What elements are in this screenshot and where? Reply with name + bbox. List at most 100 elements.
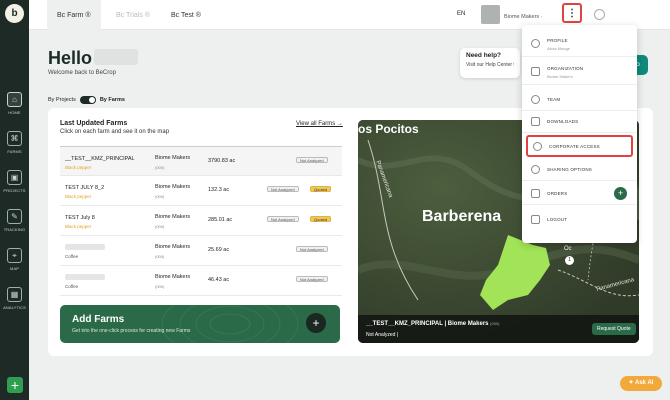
sidebar-item-farms[interactable]: ⌘ FARMS (0, 131, 29, 154)
notification-icon[interactable] (594, 9, 605, 20)
language-selector[interactable]: EN (457, 11, 465, 17)
menu-item-label: ORDERS (547, 191, 568, 196)
farm-name-redacted (65, 244, 105, 250)
logout-icon (531, 215, 540, 224)
sidebar-add-button[interactable]: + (7, 377, 23, 393)
map-farm-name: __TEST__KMZ_PRINCIPAL | Biome Makers (366, 321, 489, 327)
sidebar-item-projects[interactable]: ▣ PROJECTS (0, 170, 29, 193)
farm-org-sub: (000) (155, 224, 165, 229)
help-title: Need help? (466, 52, 502, 59)
toggle-by-projects[interactable]: By Projects (48, 97, 76, 103)
farms-icon: ⌘ (7, 131, 22, 146)
menu-item-profile[interactable]: PROFILE Alicia Monge (522, 33, 637, 57)
menu-item-orders[interactable]: ORDERS + (522, 183, 637, 205)
farms-card-title: Last Updated Farms (60, 120, 128, 127)
farm-org: Biome Makers (155, 155, 191, 161)
farm-org: Biome Makers (155, 244, 191, 250)
menu-item-label: DOWNLOADS (547, 119, 579, 124)
menu-item-sharing-options[interactable]: SHARING OPTIONS (522, 159, 637, 181)
quoted-badge: Quoted (310, 186, 332, 192)
table-row[interactable]: TEST July 8 Black pepper Biome Makers (0… (60, 206, 342, 236)
menu-item-label: PROFILE (547, 38, 568, 43)
ask-ai-button[interactable]: ✦ Ask AI (620, 376, 662, 391)
status-badge: Not Analyzed (267, 186, 299, 192)
menu-item-logout[interactable]: LOGOUT (522, 209, 637, 231)
app-logo[interactable]: b (5, 4, 24, 23)
view-toggle: By Projects By Farms (48, 96, 125, 104)
farm-area: 285.01 ac (208, 217, 233, 223)
menu-item-label: CORPORATE ACCESS (549, 144, 600, 149)
farm-list: __TEST__KMZ_PRINCIPAL Black pepper Biome… (60, 146, 342, 296)
tab-bc-test[interactable]: Bc Test ® (161, 0, 211, 30)
status-badge: Not Analyzed (296, 276, 328, 282)
tab-bc-trials[interactable]: Bc Trials ® (106, 0, 160, 30)
farm-org: Biome Makers (155, 214, 191, 220)
sidebar-item-label: TRACKING (3, 227, 26, 232)
farm-name: TEST JULY 8_2 (65, 185, 105, 191)
sidebar-item-label: ANALYTICS (3, 305, 26, 310)
menu-item-label: ORGANIZATION (547, 66, 584, 71)
map-farm-title: __TEST__KMZ_PRINCIPAL | Biome Makers (00… (366, 321, 500, 327)
tracking-icon: ✎ (7, 209, 22, 224)
farm-area: 46.43 ac (208, 277, 230, 283)
analytics-icon: ▦ (7, 287, 22, 302)
sidebar-item-map[interactable]: ⌖ MAP (0, 248, 29, 271)
farm-org-sub: (000) (155, 284, 165, 289)
help-subtitle: Visit our Help Center f (466, 62, 514, 68)
menu-item-team[interactable]: TEAM (522, 89, 637, 111)
map-icon: ⌖ (7, 248, 22, 263)
account-name[interactable]: Biome Makers · (504, 14, 543, 20)
home-icon: ⌂ (7, 92, 22, 107)
more-options-button[interactable]: ⋮ (562, 3, 582, 23)
table-row[interactable]: __TEST__KMZ_PRINCIPAL Black pepper Biome… (60, 146, 342, 176)
farm-area: 3790.83 ac (208, 158, 236, 164)
farm-crop: Coffee (65, 254, 79, 259)
menu-item-organization[interactable]: ORGANIZATION Biome Makers (522, 61, 637, 85)
farm-org-sub: (000) (155, 254, 165, 259)
map-farm-status: Not Analyzed | (366, 332, 399, 338)
sidebar-item-home[interactable]: ⌂ HOME (0, 92, 29, 115)
view-all-farms-link[interactable]: View all Farms → (296, 121, 343, 127)
add-farms-subtitle: Get into the one-click process for creat… (72, 328, 191, 334)
request-quote-button[interactable]: Request Quote (592, 323, 636, 335)
farm-org-sub: (000) (155, 165, 165, 170)
menu-item-label: TEAM (547, 97, 561, 102)
profile-icon (531, 39, 540, 48)
welcome-text: Welcome back to BeCrop (48, 70, 116, 76)
farm-area: 25.69 ac (208, 247, 230, 253)
menu-item-label: SHARING OPTIONS (547, 167, 593, 172)
farm-area: 132.3 ac (208, 187, 230, 193)
account-menu: PROFILE Alicia Monge ORGANIZATION Biome … (522, 25, 637, 243)
table-row[interactable]: Coffee Biome Makers (000) 25.69 ac Not A… (60, 236, 342, 266)
orders-icon (531, 189, 540, 198)
add-farms-banner[interactable]: Add Farms Get into the one-click process… (60, 305, 340, 343)
projects-icon: ▣ (7, 170, 22, 185)
sidebar-item-analytics[interactable]: ▦ ANALYTICS (0, 287, 29, 310)
sidebar-item-tracking[interactable]: ✎ TRACKING (0, 209, 29, 232)
add-order-button[interactable]: + (614, 187, 627, 200)
table-row[interactable]: TEST JULY 8_2 Black pepper Biome Makers … (60, 176, 342, 206)
map-marker[interactable]: 1 (565, 256, 574, 265)
map-label-barberena: Barberena (422, 208, 502, 225)
avatar[interactable] (481, 5, 500, 24)
team-icon (531, 95, 540, 104)
farm-org: Biome Makers (155, 274, 191, 280)
menu-item-sub: Alicia Monge (547, 46, 570, 51)
status-badge: Not Analyzed (296, 157, 328, 163)
menu-item-downloads[interactable]: DOWNLOADS (522, 111, 637, 133)
status-badge: Not Analyzed (267, 216, 299, 222)
farm-crop: Black pepper (65, 165, 92, 170)
table-row[interactable]: Coffee Biome Makers (000) 46.43 ac Not A… (60, 266, 342, 296)
farm-org: Biome Makers (155, 184, 191, 190)
menu-item-corporate-access[interactable]: CORPORATE ACCESS (526, 135, 633, 157)
sidebar-item-label: HOME (8, 110, 21, 115)
add-farm-button[interactable]: + (306, 313, 326, 333)
sidebar-item-label: FARMS (7, 149, 22, 154)
page-title: Hello (48, 48, 93, 68)
map-label-oc: Oc (564, 246, 572, 252)
view-toggle-switch[interactable] (79, 96, 96, 104)
share-icon (531, 165, 540, 174)
help-card[interactable]: Need help? Visit our Help Center f (460, 48, 520, 78)
toggle-by-farms[interactable]: By Farms (100, 97, 125, 103)
tab-bc-farm[interactable]: Bc Farm ® (47, 0, 101, 30)
